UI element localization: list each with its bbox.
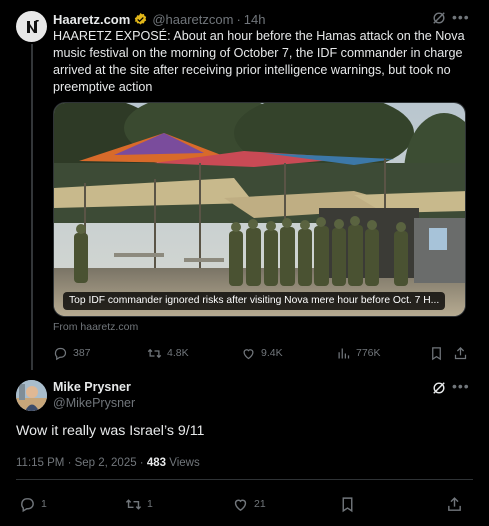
- divider: [16, 479, 473, 480]
- like-button[interactable]: 21: [232, 494, 266, 514]
- repost-icon: [147, 348, 162, 358]
- reply-icon: [54, 347, 67, 360]
- tweet-timestamp[interactable]: 11:15 PM · Sep 2, 2025 ·: [16, 457, 147, 469]
- parent-tweet[interactable]: Haaretz.com @haaretzcom · 14h ••• HAARET…: [0, 0, 489, 370]
- article-image: [54, 103, 465, 316]
- repost-count: 1: [147, 498, 153, 510]
- reply-button[interactable]: 387: [53, 343, 91, 363]
- share-button[interactable]: [453, 343, 473, 363]
- more-options-icon[interactable]: •••: [452, 9, 469, 25]
- heart-icon: [243, 348, 254, 359]
- bookmark-icon: [342, 496, 353, 512]
- repost-button[interactable]: 4.8K: [147, 343, 189, 363]
- reply-icon: [21, 497, 34, 512]
- repost-count: 4.8K: [167, 347, 189, 359]
- tweet-text: HAARETZ EXPOSÉ: About an hour before the…: [53, 29, 465, 94]
- tweet-thread: Haaretz.com @haaretzcom · 14h ••• HAARET…: [0, 0, 489, 526]
- bookmark-button[interactable]: [429, 343, 449, 363]
- repost-icon: [125, 498, 142, 510]
- more-options-icon[interactable]: •••: [452, 378, 469, 394]
- parent-action-bar: 387 4.8K 9.4K 776K: [53, 343, 473, 363]
- link-card-title: Top IDF commander ignored risks after vi…: [63, 292, 446, 310]
- reply-button[interactable]: 1: [19, 494, 47, 514]
- author-handle[interactable]: @haaretzcom: [152, 12, 233, 27]
- heart-icon: [234, 499, 247, 511]
- main-action-bar: 1 1 21: [0, 494, 489, 514]
- views-count: 776K: [356, 347, 381, 359]
- views-button[interactable]: 776K: [336, 343, 381, 363]
- profile-photo: [16, 380, 47, 411]
- like-count: 9.4K: [261, 347, 283, 359]
- haaretz-logo-icon: [20, 15, 43, 38]
- views-label: Views: [166, 457, 200, 469]
- tweet-text: Wow it really was Israel’s 9/11: [16, 423, 205, 439]
- like-button[interactable]: 9.4K: [241, 343, 283, 363]
- like-count: 21: [254, 498, 266, 510]
- reply-count: 1: [41, 498, 47, 510]
- share-icon: [454, 346, 467, 359]
- parent-tweet-header: Haaretz.com @haaretzcom · 14h: [53, 10, 265, 28]
- author-name[interactable]: Haaretz.com: [53, 12, 130, 27]
- author-handle[interactable]: @MikePrysner: [53, 396, 135, 410]
- grok-icon[interactable]: [432, 11, 446, 25]
- thread-connector-line: [31, 44, 33, 370]
- source-domain[interactable]: From haaretz.com: [53, 321, 138, 333]
- bookmark-button[interactable]: [339, 494, 361, 514]
- grok-icon[interactable]: [432, 381, 446, 395]
- bookmark-icon: [432, 346, 441, 360]
- views-chart-icon: [338, 348, 350, 358]
- haaretz-avatar[interactable]: [16, 11, 47, 42]
- repost-button[interactable]: 1: [125, 494, 153, 514]
- separator-dot: ·: [236, 11, 241, 27]
- mike-prysner-avatar[interactable]: [16, 380, 47, 411]
- reply-count: 387: [73, 347, 91, 359]
- verified-gold-icon: [135, 12, 147, 24]
- link-preview-card[interactable]: Top IDF commander ignored risks after vi…: [53, 102, 466, 317]
- author-name[interactable]: Mike Prysner: [53, 380, 131, 394]
- tweet-metadata: 11:15 PM · Sep 2, 2025 · 483 Views: [16, 457, 200, 469]
- share-icon: [448, 496, 461, 511]
- tweet-time[interactable]: 14h: [244, 12, 266, 27]
- views-count: 483: [146, 457, 167, 469]
- share-button[interactable]: [446, 494, 468, 514]
